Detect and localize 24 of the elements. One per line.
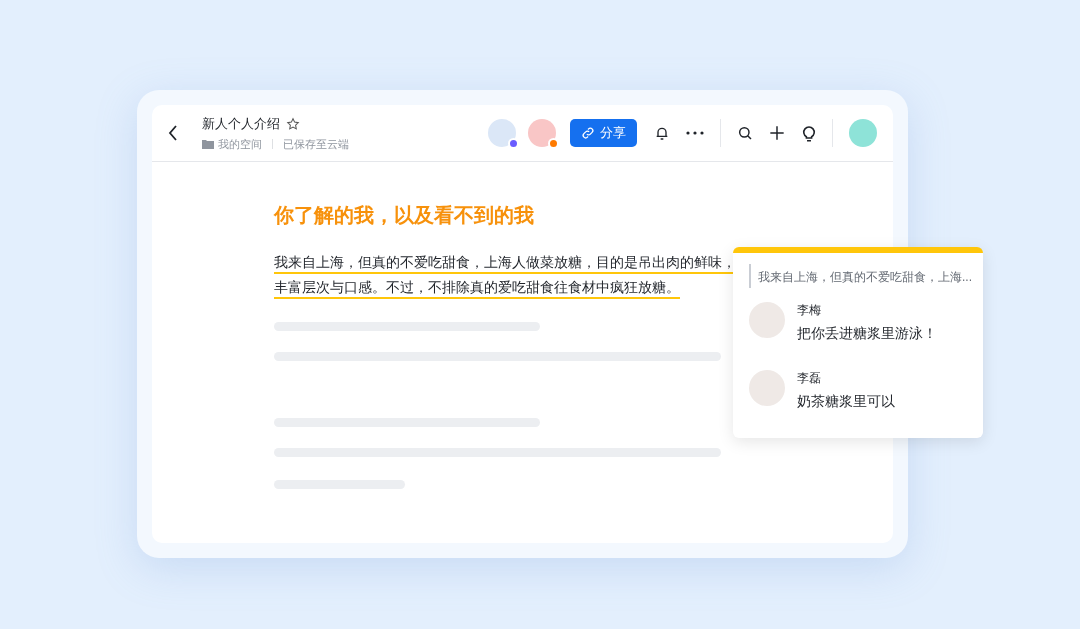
comment-author: 李梅 <box>797 302 822 318</box>
lightbulb-icon[interactable] <box>802 124 816 142</box>
link-icon <box>581 126 595 140</box>
folder-link[interactable]: 我的空间 <box>218 135 262 152</box>
bell-icon[interactable] <box>654 125 670 141</box>
comment-author: 李磊 <box>797 370 822 386</box>
document-title: 新人个人介绍 <box>202 115 280 133</box>
highlighted-paragraph: 我来自上海，但真的不爱吃甜食，上海人做菜放糖，目的是吊出肉的鲜味，丰富层次与口感。不过，不排除真的爱吃甜食往食材中疯狂放糖。 <box>274 253 737 297</box>
collaborator-avatar[interactable] <box>528 119 556 147</box>
search-icon[interactable] <box>737 125 753 141</box>
add-icon[interactable] <box>769 125 785 141</box>
back-icon[interactable] <box>168 124 178 142</box>
folder-icon <box>202 138 214 149</box>
document-heading: 你了解的我，以及看不到的我 <box>274 203 535 228</box>
commenter-avatar <box>749 370 785 406</box>
share-button[interactable]: 分享 <box>570 119 637 147</box>
quoted-text: 我来自上海，但真的不爱吃甜食，上海... <box>758 270 972 284</box>
star-icon[interactable] <box>286 116 300 131</box>
commenter-avatar <box>749 302 785 338</box>
more-icon[interactable] <box>686 131 704 135</box>
comment-text: 奶茶糖浆里可以 <box>797 392 895 411</box>
save-status: 已保存至云端 <box>283 136 349 152</box>
collaborator-avatar[interactable] <box>488 119 516 147</box>
comment-text: 把你丢进糖浆里游泳！ <box>797 324 937 343</box>
